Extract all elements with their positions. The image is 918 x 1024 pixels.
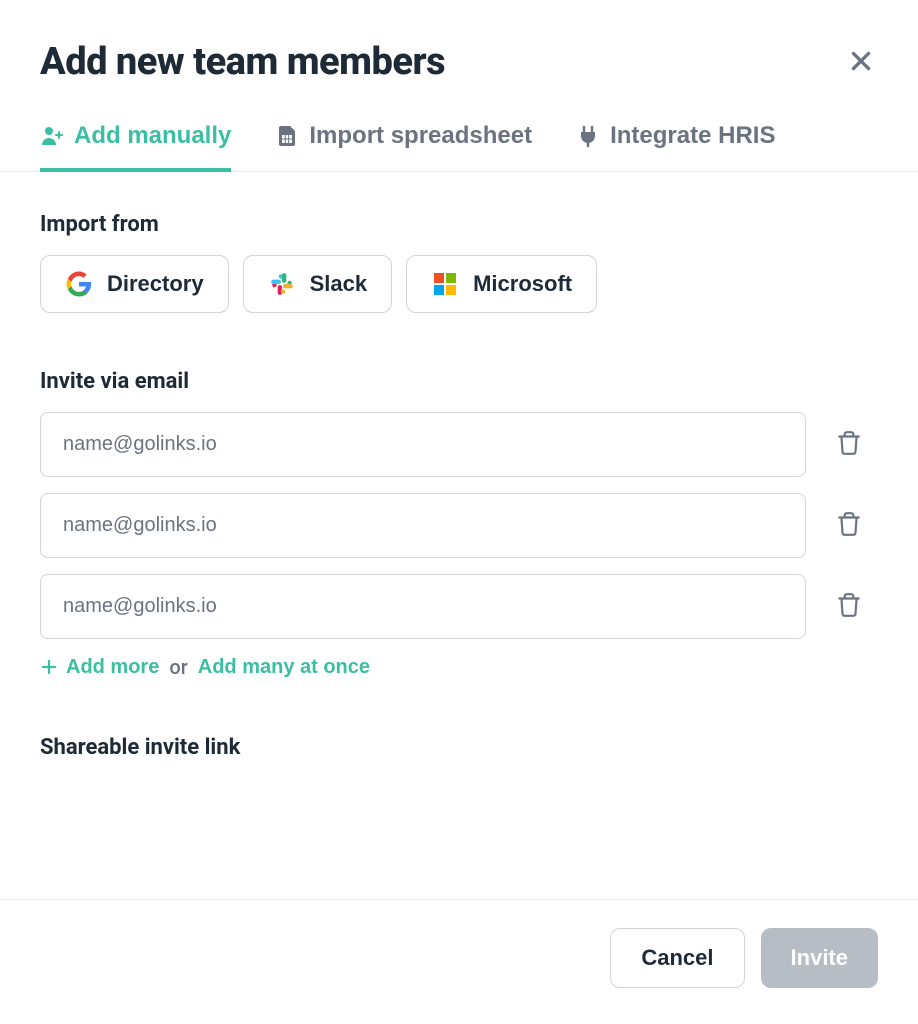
user-plus-icon <box>40 124 64 148</box>
delete-email-button[interactable] <box>830 504 868 547</box>
tab-add-manually[interactable]: Add manually <box>40 112 231 172</box>
trash-icon <box>836 591 862 619</box>
add-more-label: Add more <box>66 656 159 679</box>
email-row <box>40 493 878 558</box>
plug-icon <box>576 124 600 148</box>
google-icon <box>65 270 93 298</box>
import-google-directory-button[interactable]: Directory <box>40 255 229 313</box>
add-many-label: Add many at once <box>198 656 370 679</box>
add-members-modal: Add new team members Add manually <box>0 0 918 1024</box>
invite-via-email-label: Invite via email <box>40 369 878 394</box>
tab-label: Integrate HRIS <box>610 122 775 150</box>
import-providers: Directory Slack <box>40 255 878 313</box>
modal-footer: Cancel Invite <box>0 899 918 1024</box>
delete-email-button[interactable] <box>830 423 868 466</box>
add-many-button[interactable]: Add many at once <box>198 656 370 679</box>
plus-icon <box>40 658 58 676</box>
add-more-row: Add more or Add many at once <box>40 655 878 679</box>
tab-label: Import spreadsheet <box>309 122 532 150</box>
tab-label: Add manually <box>74 122 231 150</box>
delete-email-button[interactable] <box>830 585 868 628</box>
import-provider-label: Directory <box>107 271 204 297</box>
or-text: or <box>169 655 187 679</box>
import-provider-label: Slack <box>310 271 368 297</box>
tab-import-spreadsheet[interactable]: Import spreadsheet <box>275 112 532 172</box>
email-input[interactable] <box>40 412 806 477</box>
shareable-link-label: Shareable invite link <box>40 735 878 760</box>
modal-content: Import from Directory <box>0 172 918 899</box>
import-provider-label: Microsoft <box>473 271 572 297</box>
email-row <box>40 412 878 477</box>
spreadsheet-icon <box>275 124 299 148</box>
tab-integrate-hris[interactable]: Integrate HRIS <box>576 112 775 172</box>
cancel-button[interactable]: Cancel <box>610 928 744 988</box>
tabs: Add manually Import spreadsheet Integrat… <box>0 112 918 172</box>
slack-icon <box>268 270 296 298</box>
modal-title: Add new team members <box>40 40 445 84</box>
close-button[interactable] <box>844 44 878 81</box>
close-icon <box>848 48 874 74</box>
email-input[interactable] <box>40 493 806 558</box>
microsoft-icon <box>431 270 459 298</box>
invite-button[interactable]: Invite <box>761 928 878 988</box>
modal-header: Add new team members <box>0 0 918 112</box>
trash-icon <box>836 429 862 457</box>
import-slack-button[interactable]: Slack <box>243 255 393 313</box>
import-from-label: Import from <box>40 212 878 237</box>
add-more-button[interactable]: Add more <box>40 656 159 679</box>
trash-icon <box>836 510 862 538</box>
import-microsoft-button[interactable]: Microsoft <box>406 255 597 313</box>
email-row <box>40 574 878 639</box>
email-input[interactable] <box>40 574 806 639</box>
